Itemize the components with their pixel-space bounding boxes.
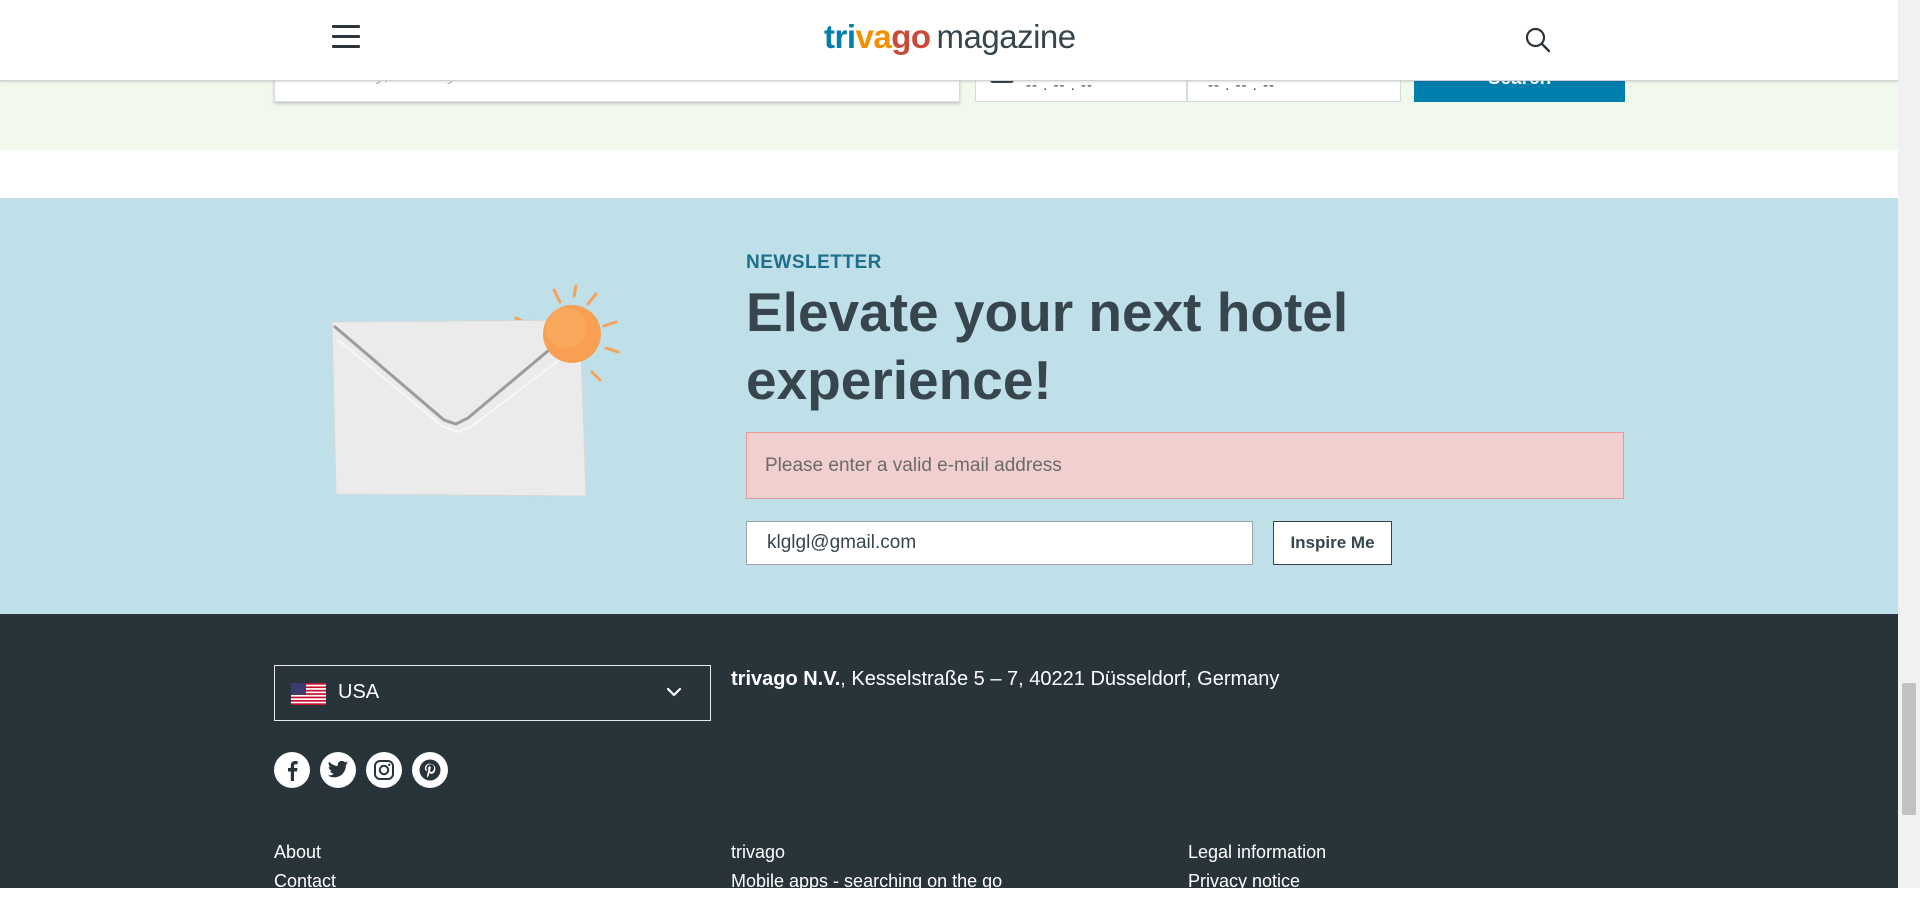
envelope-illustration <box>331 284 620 497</box>
page-scrollbar[interactable] <box>1898 0 1920 888</box>
footer-link-contact[interactable]: Contact <box>274 871 336 900</box>
footer-link-privacy[interactable]: Privacy notice <box>1188 871 1326 900</box>
logo-magazine: magazine <box>936 18 1077 55</box>
footer-link-mobile-apps[interactable]: Mobile apps - searching on the go <box>731 871 1002 900</box>
us-flag-icon <box>291 683 326 705</box>
country-selector[interactable]: USA <box>274 665 711 721</box>
chevron-down-icon <box>666 687 682 697</box>
section-spacer <box>0 150 1898 198</box>
facebook-icon[interactable] <box>274 752 310 788</box>
twitter-icon[interactable] <box>320 752 356 788</box>
menu-icon[interactable] <box>332 25 360 49</box>
scrollbar-thumb[interactable] <box>1902 683 1916 815</box>
company-street-address: , Kesselstraße 5 – 7, 40221 Düsseldorf, … <box>840 668 1280 690</box>
instagram-icon[interactable] <box>366 752 402 788</box>
social-links <box>274 752 448 788</box>
inspire-me-button[interactable]: Inspire Me <box>1273 521 1392 565</box>
footer-link-trivago[interactable]: trivago <box>731 842 1002 871</box>
company-address: trivago N.V., Kesselstraße 5 – 7, 40221 … <box>731 668 1279 691</box>
search-icon[interactable] <box>1524 26 1552 54</box>
newsletter-title: Elevate your next hotel experience! <box>746 281 1349 411</box>
newsletter-kicker: NEWSLETTER <box>746 252 882 273</box>
footer-links-col1: About Contact <box>274 842 336 900</box>
logo-part-tri: tri <box>824 18 856 55</box>
company-name: trivago N.V. <box>731 668 841 690</box>
logo-part-go: go <box>891 18 931 55</box>
footer-links-col2: trivago Mobile apps - searching on the g… <box>731 842 1002 900</box>
footer-link-about[interactable]: About <box>274 842 336 871</box>
trivago-magazine-logo[interactable]: trivago magazine <box>824 18 1076 56</box>
country-label: USA <box>338 681 380 703</box>
newsletter-email-input[interactable] <box>746 521 1253 565</box>
logo-part-va: va <box>855 18 892 55</box>
email-error-message: Please enter a valid e-mail address <box>746 432 1624 499</box>
site-footer: USA trivago N.V., Kesselstraße 5 – 7, 40… <box>0 614 1898 891</box>
footer-links-col3: Legal information Privacy notice <box>1188 842 1326 900</box>
footer-link-legal[interactable]: Legal information <box>1188 842 1326 871</box>
newsletter-section: NEWSLETTER Elevate your next hotel exper… <box>0 198 1898 614</box>
pinterest-icon[interactable] <box>412 752 448 788</box>
site-header: trivago magazine <box>0 0 1898 81</box>
